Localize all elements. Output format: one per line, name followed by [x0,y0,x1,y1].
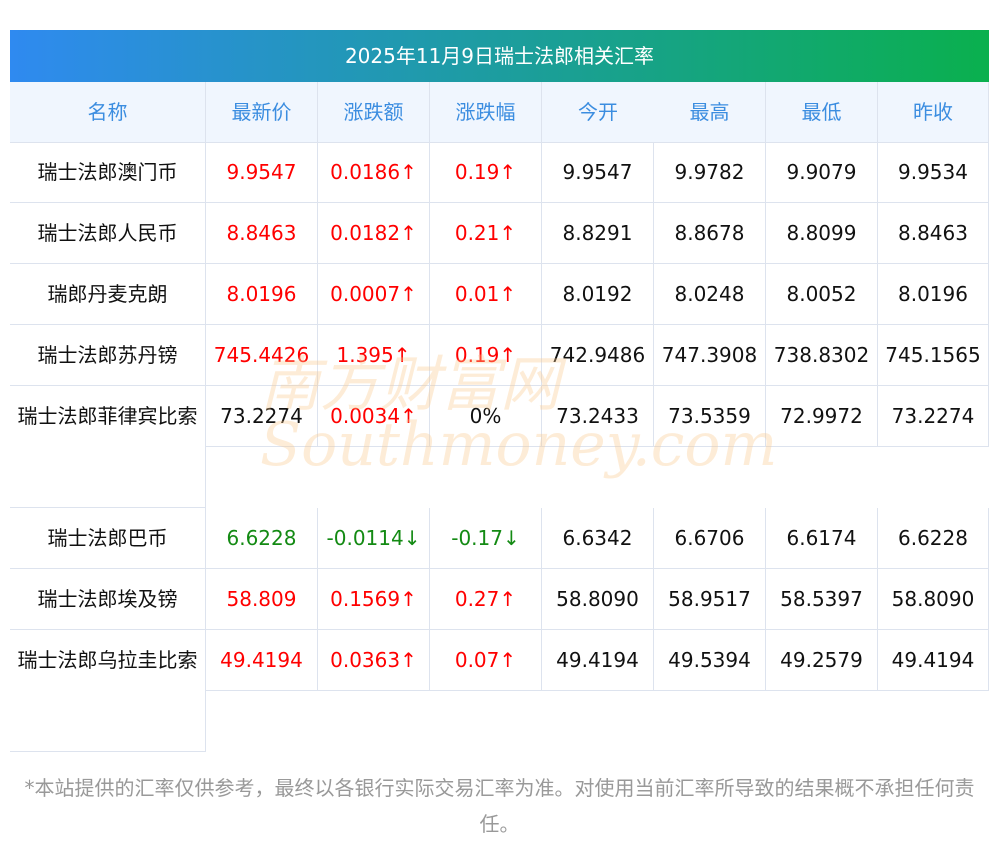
cell-pct: 0.21↑ [430,203,542,264]
header-name: 名称 [10,82,206,142]
table-row: 瑞士法郎人民币 8.8463 0.0182↑ 0.21↑ 8.8291 8.8678 8.8… [10,203,989,264]
cell-change: 1.395↑ [318,325,430,386]
cell-low: 9.9079 [766,142,878,203]
header-open: 今开 [578,100,618,124]
table-header: 名称 最新价 涨跌额 涨跌幅 今开 最高 最低 昨收 [10,82,989,143]
cell-high: 8.0248 [654,264,766,325]
cell-pct: 0.07↑ [430,630,542,691]
currency-name: 瑞士法郎澳门币 [10,142,206,203]
cell-prev: 745.1565 [878,325,989,386]
currency-name: 瑞士法郎苏丹镑 [10,325,206,386]
currency-name: 瑞士法郎埃及镑 [10,569,206,630]
cell-pct: 0.19↑ [430,325,542,386]
cell-prev: 49.4194 [878,630,989,691]
cell-latest: 58.809 [206,569,318,630]
table-row: 瑞士法郎埃及镑 58.809 0.1569↑ 0.27↑ 58.8090 58.9517 5… [10,569,989,630]
cell-open: 8.0192 [542,264,654,325]
cell-pct: 0.27↑ [430,569,542,630]
cell-low: 6.6174 [766,508,878,569]
currency-name: 瑞士法郎菲律宾比索 [10,386,206,508]
disclaimer: *本站提供的汇率仅供参考，最终以各银行实际交易汇率为准。对使用当前汇率所导致的结… [24,776,975,836]
cell-open: 8.8291 [542,203,654,264]
cell-change: 0.0034↑ [318,386,430,447]
cell-pct: 0.19↑ [430,142,542,203]
cell-pct: -0.17↓ [430,508,542,569]
cell-low: 58.5397 [766,569,878,630]
cell-open: 6.6342 [542,508,654,569]
cell-high: 58.9517 [654,569,766,630]
cell-latest: 6.6228 [206,508,318,569]
header-low: 最低 [766,82,878,142]
cell-open: 9.9547 [542,142,654,203]
cell-low: 8.8099 [766,203,878,264]
currency-name: 瑞士法郎乌拉圭比索 [10,630,206,752]
cell-latest: 8.0196 [206,264,318,325]
table-row: 瑞士法郎巴币 6.6228 -0.0114↓ -0.17↓ 6.6342 6.6706 6.… [10,508,989,569]
cell-change: 0.1569↑ [318,569,430,630]
table-row: 瑞郎丹麦克朗 8.0196 0.0007↑ 0.01↑ 8.0192 8.0248 8.00… [10,264,989,325]
table-row: 瑞士法郎乌拉圭比索 49.4194 0.0363↑ 0.07↑ 49.4194 49.53… [10,630,989,752]
cell-prev: 8.8463 [878,203,989,264]
cell-open: 742.9486 [542,325,654,386]
cell-open: 58.8090 [542,569,654,630]
header-prev: 昨收 [878,82,989,142]
cell-latest: 8.8463 [206,203,318,264]
cell-open: 49.4194 [542,630,654,691]
cell-latest: 745.4426 [206,325,318,386]
cell-latest: 9.9547 [206,142,318,203]
page-title: 2025年11月9日瑞士法郎相关汇率 [10,30,989,82]
cell-latest: 49.4194 [206,630,318,691]
table-row: 瑞士法郎苏丹镑 745.4426 1.395↑ 0.19↑ 742.9486 747.39… [10,325,989,386]
currency-name: 瑞士法郎巴币 [10,508,206,569]
cell-high: 747.3908 [654,325,766,386]
cell-change: 0.0007↑ [318,264,430,325]
header-pct: 涨跌幅 [430,82,542,142]
cell-change: 0.0182↑ [318,203,430,264]
cell-low: 738.8302 [766,325,878,386]
cell-latest: 73.2274 [206,386,318,447]
cell-change: 0.0363↑ [318,630,430,691]
cell-open: 73.2433 [542,386,654,447]
header-latest: 最新价 [206,82,318,142]
header-change: 涨跌额 [318,82,430,142]
currency-name: 瑞士法郎人民币 [10,203,206,264]
cell-prev: 73.2274 [878,386,989,447]
cell-high: 8.8678 [654,203,766,264]
cell-high: 73.5359 [654,386,766,447]
cell-prev: 6.6228 [878,508,989,569]
cell-prev: 8.0196 [878,264,989,325]
header-high: 最高 [654,82,766,142]
cell-change: -0.0114↓ [318,508,430,569]
cell-prev: 58.8090 [878,569,989,630]
cell-change: 0.0186↑ [318,142,430,203]
cell-low: 72.9972 [766,386,878,447]
table-row: 瑞士法郎澳门币 9.9547 0.0186↑ 0.19↑ 9.9547 9.9782 9.9… [10,142,989,203]
cell-low: 8.0052 [766,264,878,325]
currency-name: 瑞郎丹麦克朗 [10,264,206,325]
cell-high: 9.9782 [654,142,766,203]
cell-pct: 0% [430,386,542,447]
cell-high: 49.5394 [654,630,766,691]
cell-high: 6.6706 [654,508,766,569]
table-row: 瑞士法郎菲律宾比索 73.2274 0.0034↑ 0% 73.2433 73.5359 7… [10,386,989,508]
cell-low: 49.2579 [766,630,878,691]
cell-pct: 0.01↑ [430,264,542,325]
cell-prev: 9.9534 [878,142,989,203]
